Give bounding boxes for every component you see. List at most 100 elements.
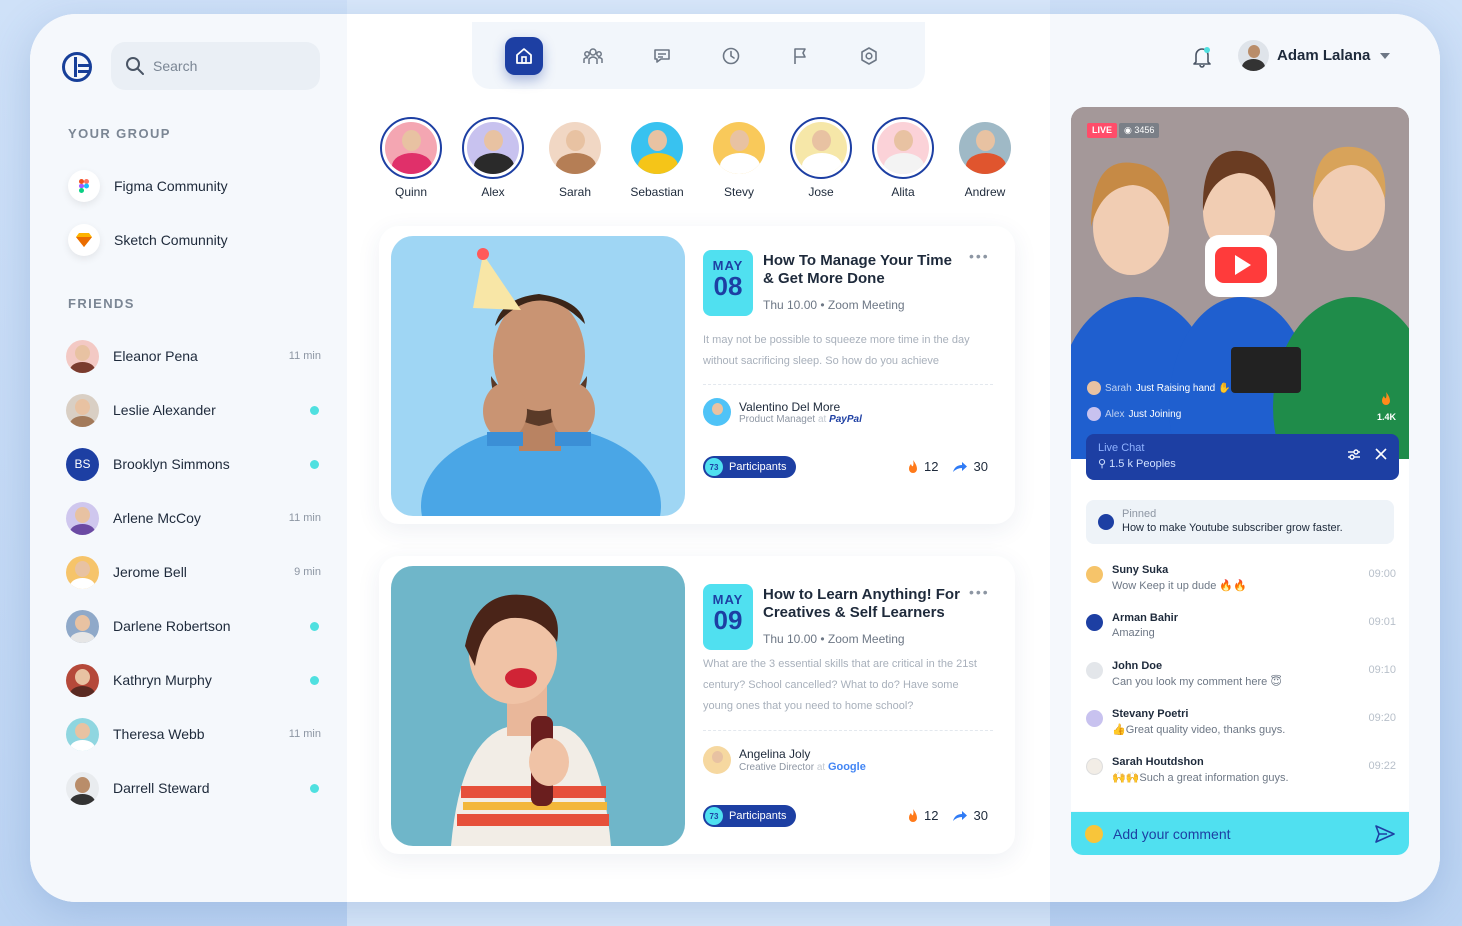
story-item[interactable]: Alita <box>868 117 938 199</box>
message-author: Arman Bahir <box>1112 612 1179 624</box>
app-logo-icon[interactable] <box>62 52 92 82</box>
emoji-icon[interactable] <box>1085 824 1103 843</box>
friend-item[interactable]: Jerome Bell 9 min <box>66 554 321 590</box>
story-avatar <box>544 117 606 179</box>
join-notice: Sarah Just Raising hand ✋ <box>1087 381 1230 395</box>
event-host[interactable]: Angelina Joly Creative Director at Googl… <box>703 746 866 774</box>
divider <box>703 384 993 385</box>
group-item-figma[interactable]: Figma Community <box>68 170 228 202</box>
friend-item[interactable]: Kathryn Murphy <box>66 662 321 698</box>
nav-flag[interactable] <box>781 37 819 75</box>
close-icon[interactable] <box>1375 448 1387 460</box>
event-card[interactable]: MAY 09 How to Learn Anything! For Creati… <box>379 556 1015 854</box>
live-video[interactable]: LIVE ◉ 3456 Sarah Just Raising hand ✋ Ale… <box>1071 107 1409 459</box>
event-card[interactable]: MAY 08 How To Manage Your Time & Get Mor… <box>379 226 1015 524</box>
nav-home[interactable] <box>505 36 543 75</box>
friend-item[interactable]: Leslie Alexander <box>66 392 321 428</box>
join-text: Just Raising hand ✋ <box>1135 382 1231 394</box>
send-icon[interactable] <box>1375 824 1395 843</box>
participants-button[interactable]: 73 Participants <box>703 456 797 478</box>
friend-item[interactable]: Theresa Webb 11 min <box>66 716 321 752</box>
friend-item[interactable]: Eleanor Pena 11 min <box>66 338 321 374</box>
search-icon <box>126 57 144 75</box>
live-chat-title: Live Chat <box>1098 442 1145 454</box>
event-date-badge: MAY 08 <box>703 250 753 316</box>
friend-name: Eleanor Pena <box>113 348 198 364</box>
pinned-text: How to make Youtube subscriber grow fast… <box>1122 522 1343 534</box>
story-name: Sarah <box>558 185 592 199</box>
friend-name: Brooklyn Simmons <box>113 456 230 472</box>
friend-last-seen: 11 min <box>288 350 321 362</box>
notifications-button[interactable] <box>1192 46 1212 73</box>
friend-item[interactable]: Darlene Robertson <box>66 608 321 644</box>
flag-icon <box>794 47 806 64</box>
nav-history[interactable] <box>712 37 750 75</box>
story-item[interactable]: Andrew <box>950 117 1020 199</box>
friend-name: Theresa Webb <box>113 726 205 742</box>
friend-item[interactable]: BS Brooklyn Simmons <box>66 446 321 482</box>
fire-stat[interactable]: 12 <box>907 459 938 474</box>
story-avatar <box>872 117 934 179</box>
event-title[interactable]: How To Manage Your Time & Get More Done <box>763 252 963 288</box>
share-count: 30 <box>973 459 988 474</box>
chat-message: John Doe Can you look my comment here 😇 … <box>1086 660 1396 700</box>
pinned-message[interactable]: Pinned How to make Youtube subscriber gr… <box>1086 500 1394 544</box>
share-stat[interactable]: 30 <box>952 459 988 474</box>
nav-settings[interactable] <box>850 37 888 75</box>
story-item[interactable]: Sarah <box>540 117 610 199</box>
filter-icon[interactable] <box>1347 448 1361 460</box>
online-indicator <box>310 459 319 469</box>
more-options-icon[interactable]: ••• <box>969 248 990 264</box>
friend-name: Darrell Steward <box>113 780 210 796</box>
share-icon <box>953 461 968 472</box>
story-item[interactable]: Quinn <box>376 117 446 199</box>
friend-last-seen: 11 min <box>288 512 321 524</box>
friend-name: Kathryn Murphy <box>113 672 212 688</box>
comment-input[interactable] <box>1113 825 1365 842</box>
search-box[interactable] <box>111 42 320 90</box>
participants-count: 73 <box>705 458 723 476</box>
story-item[interactable]: Sebastian <box>622 117 692 199</box>
participants-label: Participants <box>729 810 787 822</box>
message-author: John Doe <box>1112 660 1163 672</box>
company-logo: Google <box>827 761 866 773</box>
share-icon <box>953 810 968 821</box>
group-item-sketch[interactable]: Sketch Comunnity <box>68 224 228 256</box>
nav-groups[interactable] <box>574 37 612 75</box>
host-role: Product Managet <box>739 413 816 425</box>
participants-label: Participants <box>729 461 787 473</box>
user-menu[interactable]: Adam Lalana <box>1238 40 1392 71</box>
viewer-count-value: 3456 <box>1134 125 1155 135</box>
event-title[interactable]: How to Learn Anything! For Creatives & S… <box>763 586 963 622</box>
fire-stat[interactable]: 12 <box>907 808 938 823</box>
avatar <box>703 398 731 426</box>
story-avatar <box>954 117 1016 179</box>
message-time: 09:01 <box>1368 616 1396 628</box>
settings-icon <box>861 46 877 65</box>
event-day: 09 <box>713 605 743 635</box>
story-item[interactable]: Jose <box>786 117 856 199</box>
story-item[interactable]: Alex <box>458 117 528 199</box>
join-name: Sarah <box>1105 382 1132 394</box>
story-item[interactable]: Stevy <box>704 117 774 199</box>
fire-icon <box>1380 391 1392 412</box>
host-name: Valentino Del More <box>739 399 841 414</box>
top-navigation <box>472 22 925 89</box>
more-options-icon[interactable]: ••• <box>969 584 990 600</box>
comment-bar <box>1071 812 1409 855</box>
fire-count: 12 <box>924 808 939 823</box>
friend-item[interactable]: Darrell Steward <box>66 770 321 806</box>
participants-button[interactable]: 73 Participants <box>703 805 797 827</box>
search-input[interactable] <box>153 58 293 74</box>
share-stat[interactable]: 30 <box>952 808 988 823</box>
nav-chat[interactable] <box>643 37 681 75</box>
message-time: 09:00 <box>1368 568 1396 580</box>
story-avatar <box>790 117 852 179</box>
avatar <box>1086 758 1103 775</box>
event-host[interactable]: Valentino Del More Product Managet at Pa… <box>703 398 862 426</box>
friend-item[interactable]: Arlene McCoy 11 min <box>66 500 321 536</box>
avatar <box>1086 614 1103 631</box>
message-time: 09:22 <box>1368 760 1396 772</box>
chat-icon <box>654 48 670 63</box>
figma-icon <box>68 170 100 202</box>
